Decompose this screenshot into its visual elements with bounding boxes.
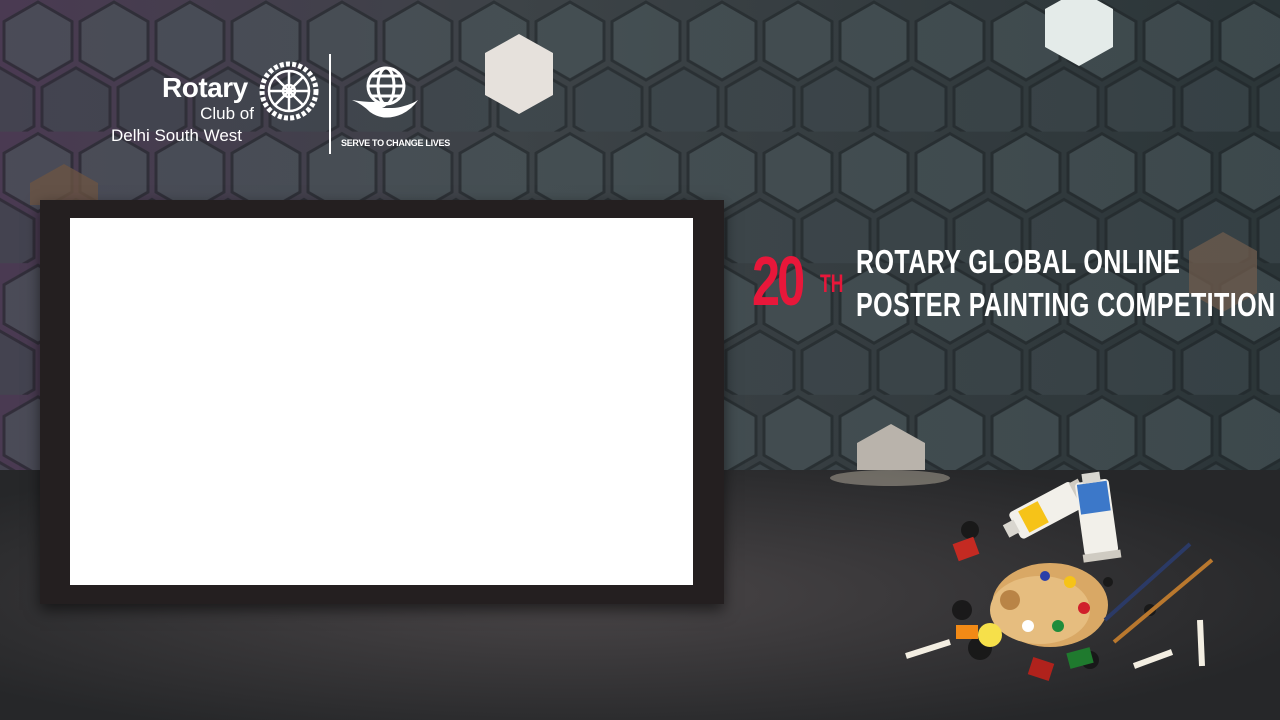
picture-frame (40, 200, 724, 604)
edition-ordinal: TH (820, 270, 844, 298)
event-title: 20 TH ROTARY GLOBAL ONLINE POSTER PAINTI… (752, 240, 1275, 330)
blank-canvas (70, 218, 693, 585)
club-of-label: Club of (200, 104, 254, 123)
logo-divider (329, 54, 331, 154)
edition-number: 20 (752, 242, 805, 320)
tagline: SERVE TO CHANGE LIVES (341, 138, 450, 148)
globe-hand-icon (352, 66, 418, 118)
rotary-wheel-icon (259, 61, 319, 121)
rotary-logo: Rotary Club of Delhi South West SERVE TO… (100, 52, 450, 157)
club-name-label: Delhi South West (111, 126, 243, 145)
title-line-1: ROTARY GLOBAL ONLINE (856, 243, 1181, 280)
title-line-2: POSTER PAINTING COMPETITION (856, 286, 1276, 323)
rotary-wordmark: Rotary (162, 72, 248, 103)
paint-palette-icon (905, 471, 1214, 681)
